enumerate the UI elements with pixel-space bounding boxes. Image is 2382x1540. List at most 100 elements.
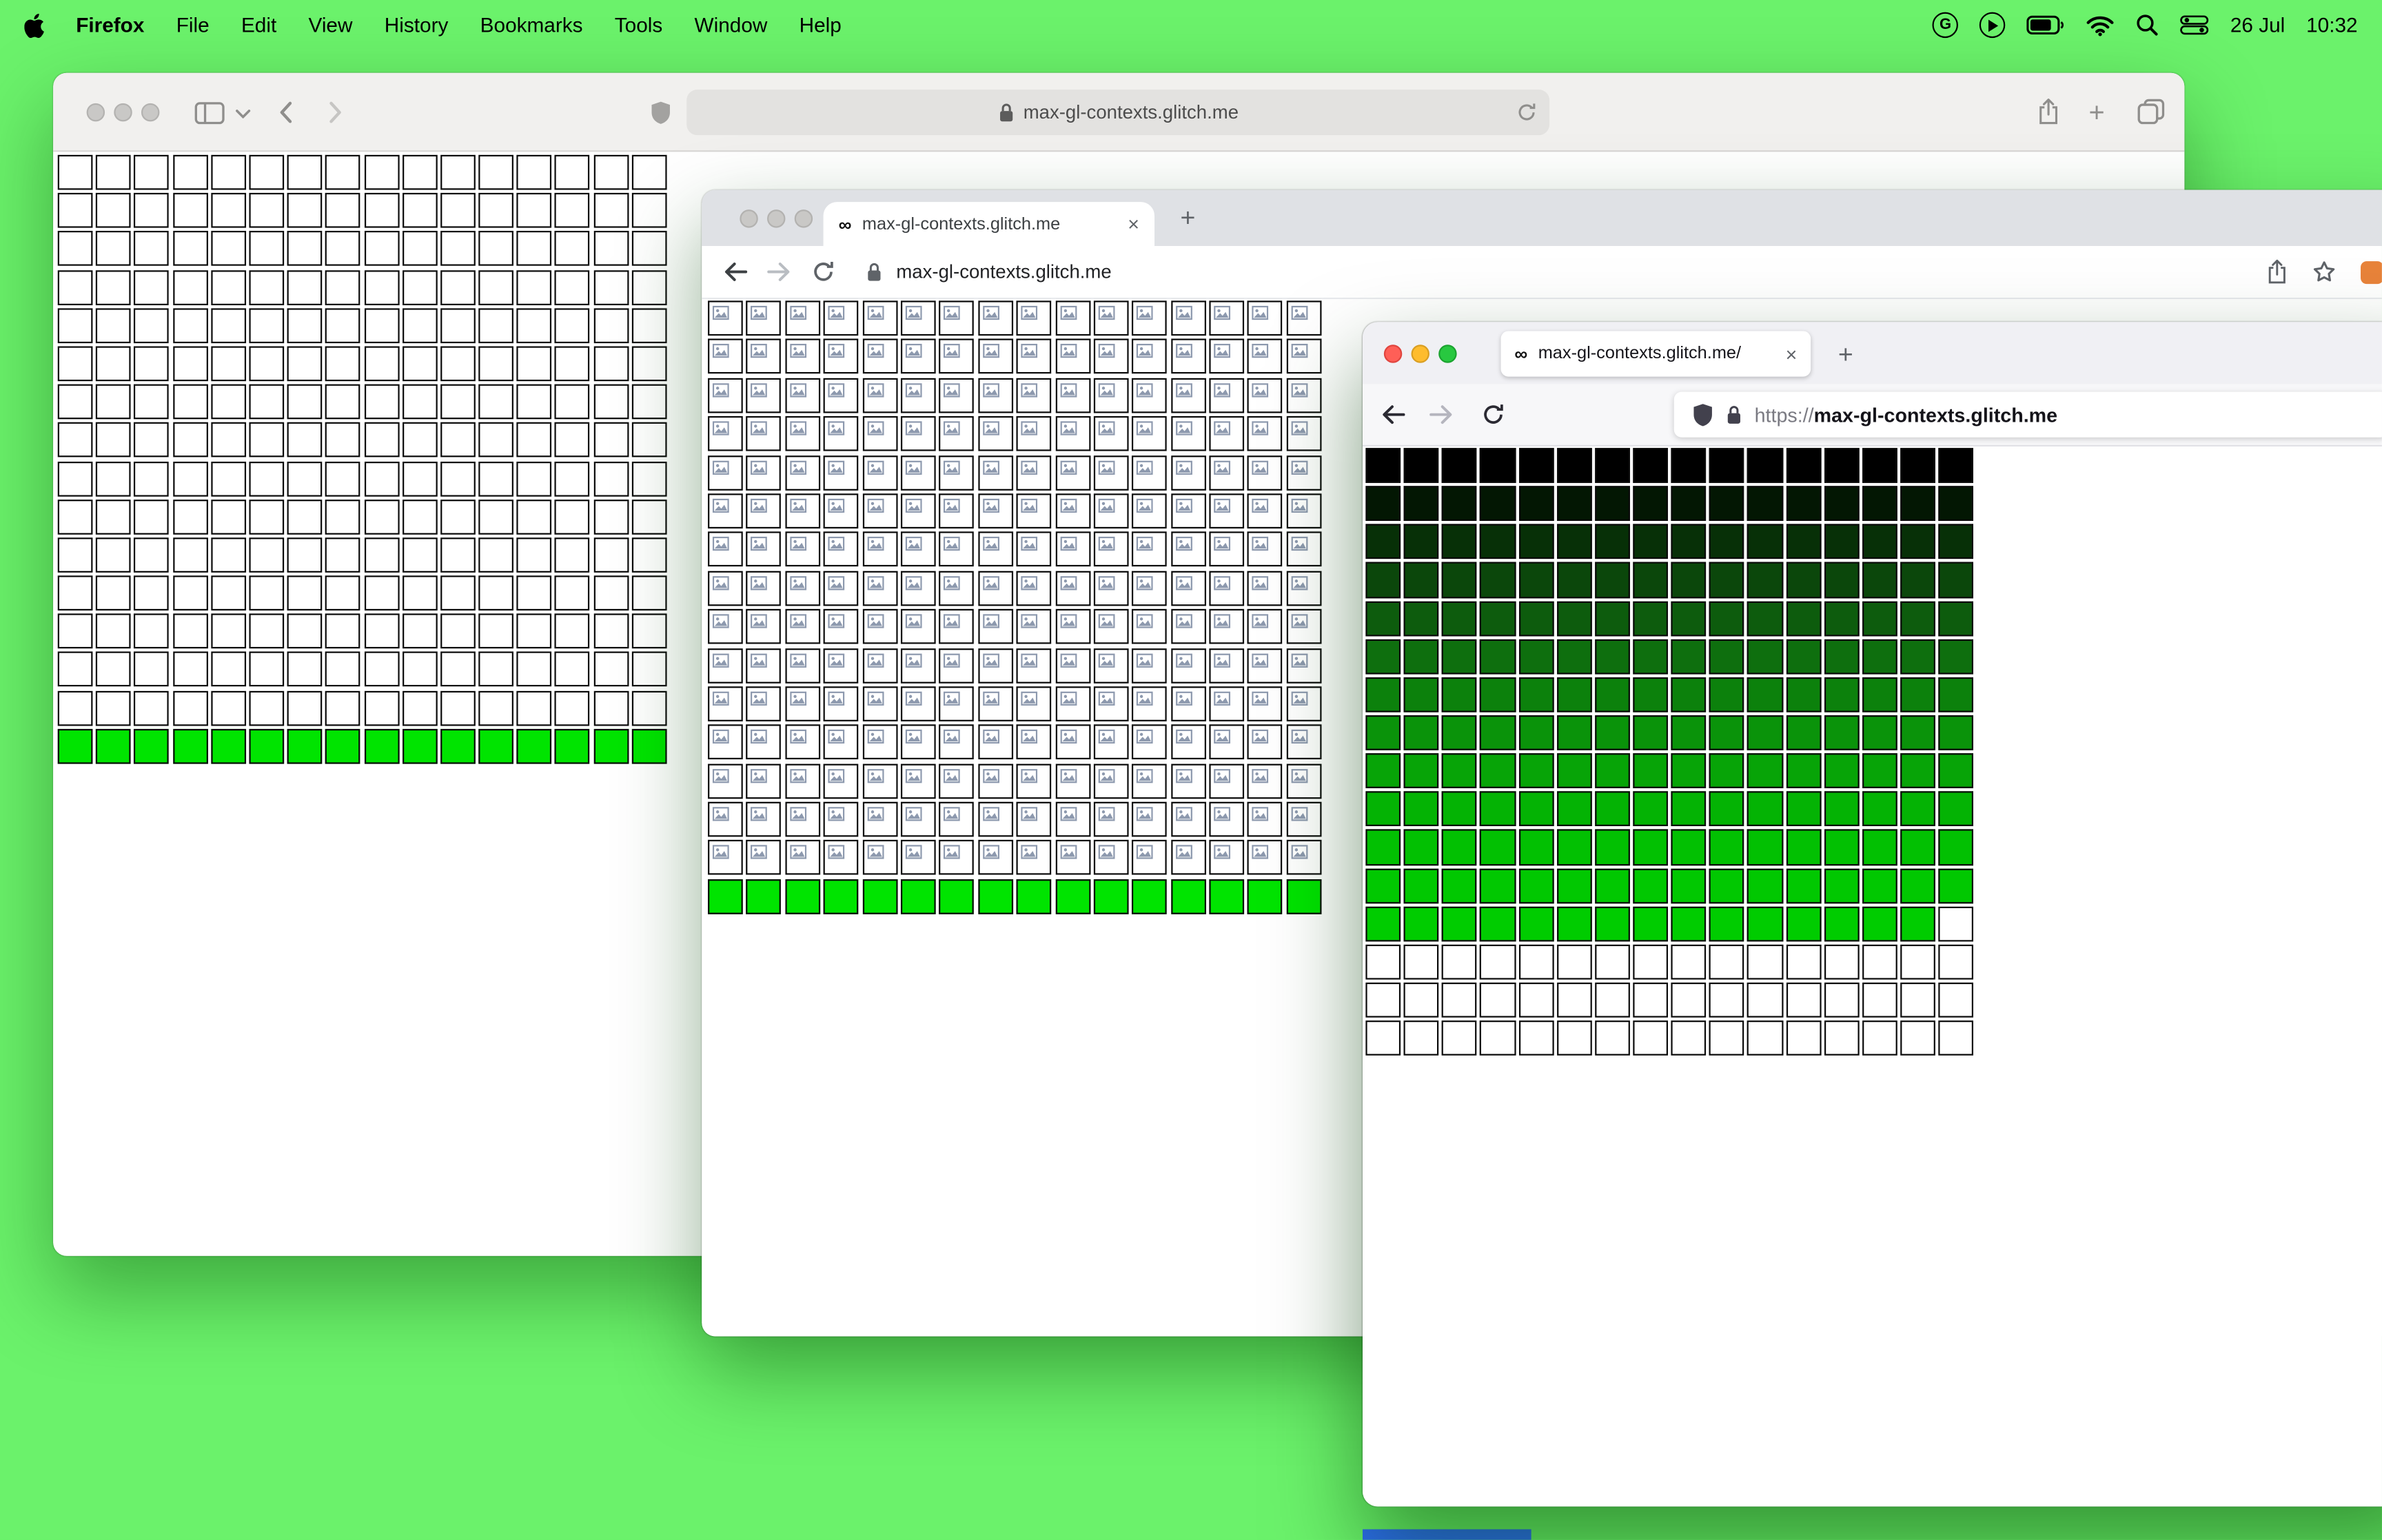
canvas-cell <box>1671 448 1707 484</box>
canvas-cell <box>1480 753 1516 789</box>
broken-image-icon <box>828 421 845 436</box>
canvas-cell <box>363 613 399 649</box>
canvas-cell <box>1132 840 1168 876</box>
google-status-icon[interactable]: G <box>1932 12 1959 39</box>
canvas-cell <box>516 193 552 229</box>
tab-overview-icon[interactable] <box>2137 99 2165 125</box>
url-text[interactable]: max-gl-contexts.glitch.me <box>896 246 1111 298</box>
broken-image-icon <box>1059 537 1077 551</box>
canvas-cell <box>900 416 936 451</box>
canvas-cell <box>1209 801 1245 837</box>
canvas-cell <box>1016 300 1052 336</box>
sidebar-icon[interactable] <box>194 102 225 125</box>
lock-icon[interactable] <box>1726 404 1742 425</box>
canvas-cell <box>1824 639 1860 675</box>
forward-icon[interactable] <box>767 260 791 284</box>
canvas-cell <box>210 269 246 305</box>
canvas-cell <box>1862 830 1897 865</box>
chevron-down-icon[interactable] <box>236 110 251 119</box>
chrome-tab-bar: ∞ max-gl-contexts.glitch.me × + <box>702 189 2382 247</box>
menu-item-window[interactable]: Window <box>695 14 768 37</box>
browser-tab[interactable]: ∞ max-gl-contexts.glitch.me × <box>823 202 1155 247</box>
close-tab-icon[interactable]: × <box>1128 214 1139 234</box>
menu-item-history[interactable]: History <box>385 14 449 37</box>
minimize-window-button[interactable] <box>767 209 786 228</box>
zoom-window-button[interactable] <box>1438 345 1457 363</box>
broken-image-icon <box>866 807 884 821</box>
close-window-button[interactable] <box>86 103 105 122</box>
address-bar[interactable]: max-gl-contexts.glitch.me <box>686 90 1550 136</box>
canvas-cell <box>746 724 782 760</box>
broken-image-icon <box>1214 807 1231 821</box>
canvas-cell <box>708 648 743 683</box>
canvas-cell <box>1785 753 1821 789</box>
menu-app-name[interactable]: Firefox <box>76 14 144 37</box>
battery-icon[interactable] <box>2026 15 2065 35</box>
menu-clock[interactable]: 10:32 <box>2306 14 2357 37</box>
canvas-cell <box>1747 600 1783 636</box>
menu-item-bookmarks[interactable]: Bookmarks <box>480 14 583 37</box>
broken-image-icon <box>982 460 999 475</box>
canvas-cell <box>631 728 667 764</box>
canvas-cell <box>1248 648 1283 683</box>
canvas-cell <box>402 460 438 496</box>
canvas-cell <box>325 422 361 458</box>
zoom-window-button[interactable] <box>794 209 813 228</box>
forward-icon[interactable] <box>328 100 343 124</box>
canvas-cell <box>1209 648 1245 683</box>
back-icon[interactable] <box>1381 402 1405 427</box>
menu-item-file[interactable]: File <box>176 14 210 37</box>
canvas-cell <box>1671 600 1707 636</box>
playback-status-icon[interactable] <box>1979 12 2006 39</box>
canvas-cell <box>900 840 936 876</box>
share-icon[interactable] <box>2266 258 2288 286</box>
canvas-cell <box>1747 639 1783 675</box>
canvas-cell <box>1365 562 1401 598</box>
control-center-icon[interactable] <box>2180 15 2209 35</box>
reload-icon[interactable] <box>811 260 835 284</box>
menu-item-view[interactable]: View <box>309 14 353 37</box>
back-icon[interactable] <box>278 100 293 124</box>
menu-item-tools[interactable]: Tools <box>615 14 662 37</box>
reload-icon[interactable] <box>1481 402 1505 427</box>
canvas-cell <box>1938 830 1974 865</box>
canvas-cell <box>1633 600 1669 636</box>
privacy-shield-icon[interactable] <box>650 100 671 124</box>
broken-image-icon <box>905 421 922 436</box>
new-tab-button[interactable]: + <box>1181 205 1196 231</box>
tracking-shield-icon[interactable] <box>1692 402 1713 427</box>
canvas-cell <box>1055 763 1090 799</box>
canvas-cell <box>1938 448 1974 484</box>
canvas-cell <box>287 384 323 420</box>
extension-icon[interactable] <box>2361 261 2382 285</box>
partially-hidden-window-edge[interactable] <box>1362 1529 1531 1540</box>
canvas-cell <box>746 378 782 413</box>
canvas-cell <box>1286 801 1322 837</box>
minimize-window-button[interactable] <box>1411 345 1429 363</box>
apple-menu-icon[interactable] <box>24 12 44 37</box>
wifi-icon[interactable] <box>2086 14 2115 36</box>
forward-icon[interactable] <box>1429 402 1454 427</box>
menu-item-help[interactable]: Help <box>800 14 842 37</box>
back-icon[interactable] <box>723 260 748 284</box>
broken-image-icon <box>905 691 922 706</box>
address-bar[interactable]: https://max-gl-contexts.glitch.me <box>1673 391 2382 438</box>
spotlight-search-icon[interactable] <box>2136 14 2159 37</box>
menu-item-edit[interactable]: Edit <box>241 14 276 37</box>
broken-image-icon <box>751 730 768 744</box>
new-tab-icon[interactable]: + <box>2089 99 2105 126</box>
new-tab-button[interactable]: + <box>1838 342 1853 367</box>
browser-tab[interactable]: ∞ max-gl-contexts.glitch.me/ × <box>1500 331 1811 377</box>
reload-icon[interactable] <box>1516 102 1538 123</box>
close-tab-icon[interactable]: × <box>1786 344 1798 364</box>
share-icon[interactable] <box>2037 97 2060 126</box>
menu-date[interactable]: 26 Jul <box>2230 14 2285 37</box>
close-window-button[interactable] <box>740 209 758 228</box>
close-window-button[interactable] <box>1383 345 1403 363</box>
lock-icon[interactable] <box>866 261 882 283</box>
minimize-window-button[interactable] <box>114 103 132 122</box>
bookmark-star-icon[interactable] <box>2312 260 2336 284</box>
zoom-window-button[interactable] <box>141 103 160 122</box>
broken-image-icon <box>1175 691 1192 706</box>
broken-image-icon <box>1098 614 1115 628</box>
